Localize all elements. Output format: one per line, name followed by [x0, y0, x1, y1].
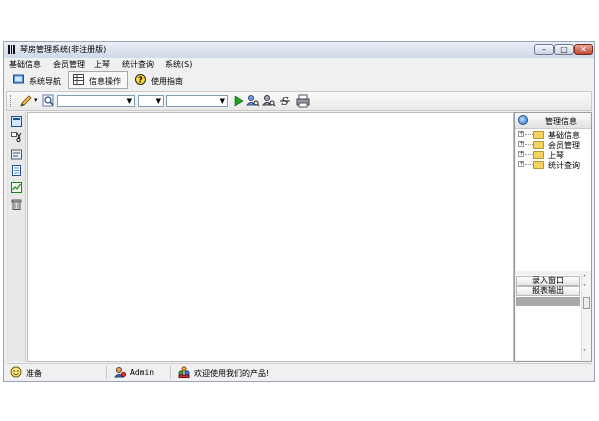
view-icon[interactable] — [11, 116, 22, 127]
left-toolbar — [6, 112, 26, 362]
panel-title: 管理信息 — [545, 117, 577, 126]
selected-row[interactable] — [516, 297, 580, 306]
find-user-icon[interactable] — [246, 94, 260, 108]
chevron-down-icon: ▼ — [126, 97, 132, 105]
maximize-button[interactable]: □ — [554, 44, 574, 55]
folder-icon — [533, 141, 544, 149]
document-icon[interactable] — [11, 165, 22, 176]
navigation-icon — [13, 74, 24, 84]
close-button[interactable]: ✕ — [574, 44, 593, 55]
tree-item-basic-info[interactable]: + 基础信息 — [518, 130, 590, 140]
tab-label: 系统导航 — [29, 77, 61, 86]
tab-label: 使用指南 — [151, 77, 183, 86]
tab-info-operation[interactable]: 信息操作 — [68, 71, 128, 89]
print-icon[interactable] — [296, 94, 310, 108]
folder-icon — [533, 151, 544, 159]
report-output-button[interactable]: 报表输出 — [516, 286, 580, 296]
panel-scrollbar[interactable]: ˄ ˅ ˅ — [581, 275, 591, 360]
app-icon — [8, 45, 15, 54]
tab-system-navigation[interactable]: 系统导航 — [8, 71, 66, 89]
menu-system[interactable]: 系统(S) — [165, 59, 192, 70]
management-panel: 管理信息 + 基础信息 + 会员管理 + 上琴 + 统计查询 录入窗口 报表输出… — [514, 112, 592, 362]
svg-text:?: ? — [138, 76, 143, 85]
collapse-icon[interactable] — [518, 115, 528, 125]
cut-icon[interactable] — [11, 132, 22, 143]
app-window: 琴房管理系统(非注册版) – □ ✕ 基础信息 会员管理 上琴 统计查询 系统(… — [3, 41, 595, 382]
strikethrough-icon[interactable]: S — [278, 94, 292, 108]
chevron-down-icon: ▼ — [155, 97, 161, 105]
tree-item-statistics[interactable]: + 统计查询 — [518, 160, 590, 170]
scroll-down-icon[interactable]: ˅ — [583, 284, 586, 291]
expand-icon[interactable]: + — [518, 141, 524, 147]
ready-icon — [10, 366, 22, 378]
expand-icon[interactable]: + — [518, 151, 524, 157]
card-icon[interactable] — [11, 149, 22, 160]
filter-combo-3[interactable]: ▼ — [166, 95, 228, 107]
scrollbar-thumb[interactable] — [583, 297, 590, 309]
panel-header: 管理信息 — [515, 113, 591, 129]
chevron-down-icon: ▼ — [219, 97, 225, 105]
tree-item-member-management[interactable]: + 会员管理 — [518, 140, 590, 150]
tab-label: 信息操作 — [89, 77, 121, 86]
toolbar: ▾ ▼ ▼ ▼ S — [6, 91, 592, 111]
minimize-button[interactable]: – — [534, 44, 554, 55]
run-icon[interactable] — [231, 94, 245, 108]
people-icon — [178, 366, 190, 378]
filter-combo-2[interactable]: ▼ — [138, 95, 164, 107]
folder-icon — [533, 161, 544, 169]
filter-combo-1[interactable]: ▼ — [57, 95, 135, 107]
user-icon — [114, 367, 126, 378]
chevron-down-icon[interactable]: ▾ — [34, 96, 38, 104]
expand-icon[interactable]: + — [518, 161, 524, 167]
tree-item-piano[interactable]: + 上琴 — [518, 150, 590, 160]
scroll-end-icon[interactable]: ˅ — [583, 349, 586, 356]
menu-member-management[interactable]: 会员管理 — [53, 59, 85, 70]
search-icon[interactable] — [42, 94, 56, 108]
window-title: 琴房管理系统(非注册版) — [20, 45, 107, 54]
workspace-area[interactable] — [27, 112, 514, 362]
pencil-icon[interactable] — [19, 94, 33, 108]
menu-piano[interactable]: 上琴 — [94, 59, 110, 70]
scroll-up-icon[interactable]: ˄ — [583, 275, 586, 282]
title-bar[interactable]: 琴房管理系统(非注册版) – □ ✕ — [4, 42, 594, 58]
trash-icon[interactable] — [11, 199, 22, 210]
toolbar-grip[interactable] — [10, 95, 13, 107]
expand-icon[interactable]: + — [518, 131, 524, 137]
entry-window-button[interactable]: 录入窗口 — [516, 276, 580, 286]
status-bar: 准备 Admin 欢迎使用我们的产品! — [6, 363, 592, 380]
help-icon: ? — [135, 74, 146, 85]
find-icon[interactable] — [262, 94, 276, 108]
menu-statistics[interactable]: 统计查询 — [122, 59, 154, 70]
tab-user-guide[interactable]: ? 使用指南 — [130, 71, 192, 89]
table-icon — [73, 74, 84, 85]
folder-icon — [533, 131, 544, 139]
chart-icon[interactable] — [11, 182, 22, 193]
menu-basic-info[interactable]: 基础信息 — [9, 59, 41, 70]
nav-tree: + 基础信息 + 会员管理 + 上琴 + 统计查询 — [516, 129, 591, 271]
panel-actions: 录入窗口 报表输出 ˄ ˅ ˅ — [516, 275, 591, 360]
